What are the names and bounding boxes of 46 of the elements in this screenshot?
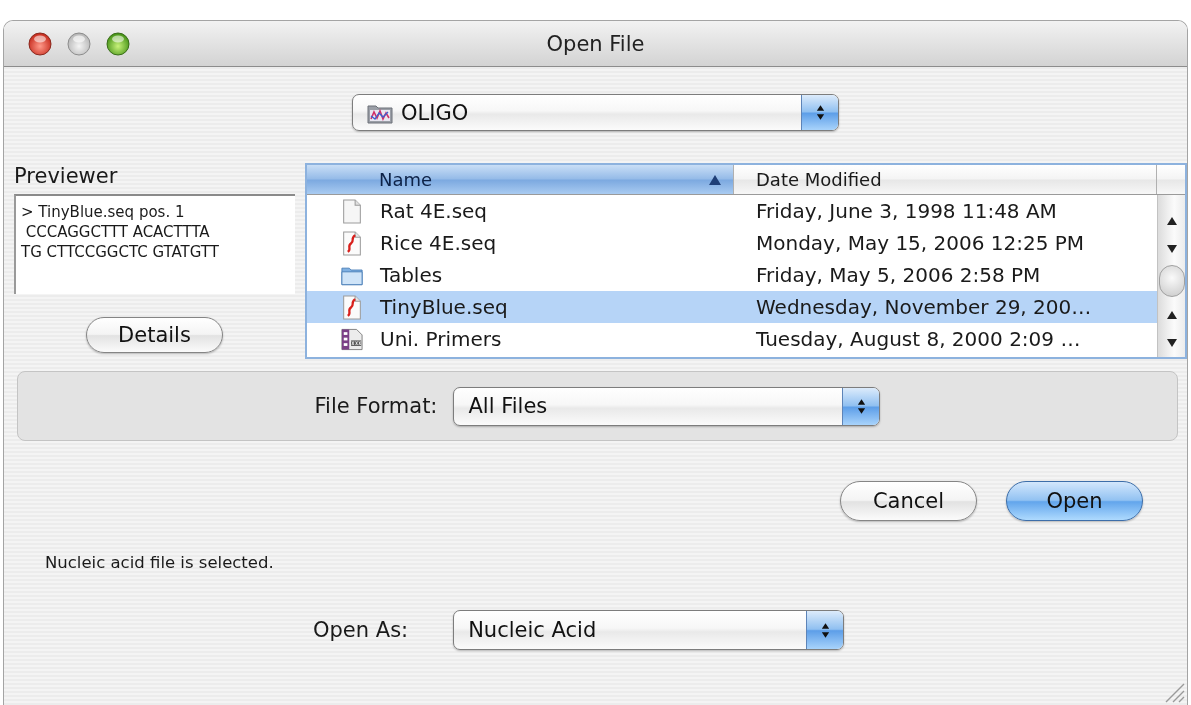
column-header[interactable]: Date Modified (734, 165, 1157, 194)
scroll-bar[interactable] (1157, 195, 1185, 357)
grid-document-icon (341, 326, 363, 352)
column-header[interactable]: Name (307, 165, 734, 194)
date-modified: Wednesday, November 29, 200… (756, 295, 1092, 319)
window-title: Open File (546, 31, 645, 56)
stepper-icon (842, 387, 880, 425)
file-row[interactable]: TinyBlue.seq Wednesday, November 29, 200… (307, 291, 1157, 323)
status-message: Nucleic acid file is selected. (45, 553, 274, 572)
file-format-popup[interactable]: All Files (453, 386, 881, 426)
scroll-up-arrow-icon[interactable] (1165, 310, 1178, 320)
stepper-icon (806, 611, 844, 649)
default-button[interactable]: Open (1006, 481, 1143, 521)
preview-text-area: > TinyBlue.seq pos. 1 CCCAGGCTTT ACACTTTA TG CTTCCGGCTC GTATGTT (14, 194, 295, 294)
file-name: TinyBlue.seq (380, 295, 508, 319)
previewer-label: Previewer (14, 163, 119, 189)
stepper-icon (801, 95, 838, 130)
scroll-up-arrow-icon[interactable] (1165, 216, 1178, 226)
squiggle-document-icon (341, 294, 363, 320)
date-modified: Friday, June 3, 1998 11:48 AM (756, 199, 1057, 223)
file-row[interactable]: Tables Friday, May 5, 2006 2:58 PM (307, 259, 1157, 291)
file-name: Uni. Primers (380, 327, 502, 351)
file-name: Tables (380, 263, 443, 287)
file-name: Rice 4E.seq (380, 231, 497, 255)
open-as-label: Open As: (313, 618, 409, 642)
sort-ascending-icon (709, 174, 721, 185)
folder-popup[interactable]: OLIGO (352, 94, 839, 131)
file-row[interactable]: Uni. Primers Tuesday, August 8, 2000 2:09 … (307, 323, 1157, 355)
squiggle-document-icon (341, 230, 363, 256)
scroll-thumb[interactable] (1158, 265, 1185, 297)
date-modified: Tuesday, August 8, 2000 2:09 … (756, 327, 1081, 351)
minimize-icon[interactable] (67, 31, 91, 56)
details-button[interactable]: Details (86, 317, 223, 353)
date-modified: Friday, May 5, 2006 2:58 PM (756, 263, 1041, 287)
scroll-down-arrow-icon[interactable] (1165, 244, 1178, 254)
date-modified: Monday, May 15, 2006 12:25 PM (756, 231, 1085, 255)
open-as-popup[interactable]: Nucleic Acid (453, 610, 845, 650)
zoom-icon[interactable] (106, 31, 130, 56)
file-row[interactable]: Rice 4E.seq Monday, May 15, 2006 12:25 PM (307, 227, 1157, 259)
blank-document-icon (341, 198, 363, 224)
file-format-label: File Format: (314, 394, 438, 418)
scroll-down-arrow-icon[interactable] (1165, 338, 1178, 348)
file-row[interactable]: Rat 4E.seq Friday, June 3, 1998 11:48 AM (307, 195, 1157, 227)
dialog-button[interactable]: Cancel (840, 481, 977, 521)
close-icon[interactable] (28, 31, 52, 56)
file-name: Rat 4E.seq (380, 199, 488, 223)
